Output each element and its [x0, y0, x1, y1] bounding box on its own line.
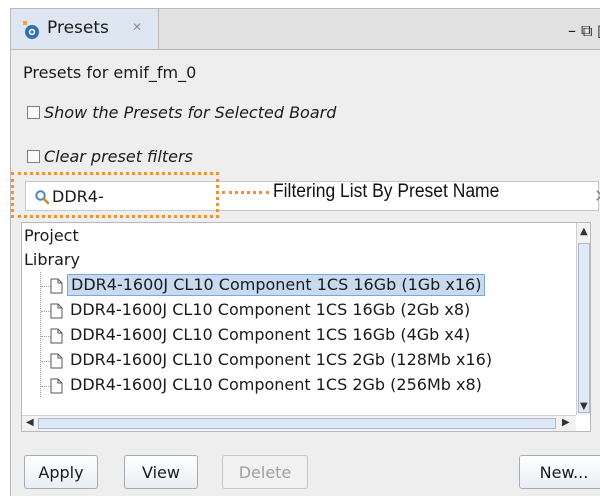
annotation-highlight-box	[11, 172, 219, 218]
close-tab-icon[interactable]: ✕	[132, 20, 142, 34]
show-board-presets-option[interactable]: Show the Presets for Selected Board	[27, 103, 336, 122]
clear-preset-filters-checkbox[interactable]	[27, 150, 40, 163]
horizontal-scroll-thumb[interactable]	[38, 418, 556, 429]
tab-presets[interactable]: Presets ✕	[11, 9, 159, 49]
document-icon	[50, 328, 63, 344]
clear-preset-filters-option[interactable]: Clear preset filters	[27, 147, 193, 166]
tree-node-library[interactable]: Library	[24, 248, 80, 272]
apply-button[interactable]: Apply	[24, 455, 98, 489]
delete-button[interactable]: Delete	[222, 455, 308, 489]
horizontal-scrollbar[interactable]: ◀ ▶	[22, 415, 576, 431]
document-icon	[50, 303, 63, 319]
scroll-right-icon[interactable]: ▶	[562, 417, 570, 428]
scroll-down-icon[interactable]: ▼	[580, 401, 588, 412]
tree-node-project[interactable]: Project	[24, 224, 79, 248]
preset-list-item-label: DDR4-1600J CL10 Component 1CS 16Gb (1Gb …	[67, 274, 486, 296]
preset-list-item-label: DDR4-1600J CL10 Component 1CS 16Gb (2Gb …	[70, 300, 471, 319]
show-board-presets-checkbox[interactable]	[27, 106, 40, 119]
clear-preset-filters-label: Clear preset filters	[44, 147, 193, 166]
tab-bar: Presets ✕ – ⧉ □	[11, 9, 600, 50]
presets-heading: Presets for emif_fm_0	[23, 63, 197, 82]
document-icon	[50, 278, 63, 294]
preset-list-item-label: DDR4-1600J CL10 Component 1CS 2Gb (128Mb…	[70, 350, 493, 369]
minimize-icon[interactable]: –	[568, 23, 576, 39]
document-icon	[50, 378, 63, 394]
vertical-scroll-thumb[interactable]	[578, 243, 590, 413]
preset-list-item-label: DDR4-1600J CL10 Component 1CS 16Gb (4Gb …	[70, 325, 471, 344]
show-board-presets-label: Show the Presets for Selected Board	[44, 103, 337, 122]
scroll-left-icon[interactable]: ◀	[26, 417, 34, 428]
tree-guide-line	[40, 272, 41, 397]
tab-title: Presets	[47, 18, 109, 38]
scroll-up-icon[interactable]: ▲	[580, 226, 588, 237]
annotation-label: Filtering List By Preset Name	[273, 181, 500, 202]
preset-list-item-label: DDR4-1600J CL10 Component 1CS 2Gb (256Mb…	[70, 375, 482, 394]
presets-panel: Presets ✕ – ⧉ □ Presets for emif_fm_0 Sh…	[10, 8, 600, 496]
vertical-scrollbar[interactable]: ▲ ▼	[576, 223, 590, 415]
restore-icon[interactable]: ⧉	[581, 23, 592, 39]
view-button[interactable]: View	[124, 455, 198, 489]
presets-icon	[23, 21, 39, 39]
document-icon	[50, 353, 63, 369]
annotation-leader-line	[222, 191, 269, 194]
preset-tree: Project Library DDR4-1600J CL10 Componen…	[21, 222, 591, 432]
clear-search-icon[interactable]: ✕	[594, 186, 600, 207]
new-button[interactable]: New...	[519, 455, 600, 489]
